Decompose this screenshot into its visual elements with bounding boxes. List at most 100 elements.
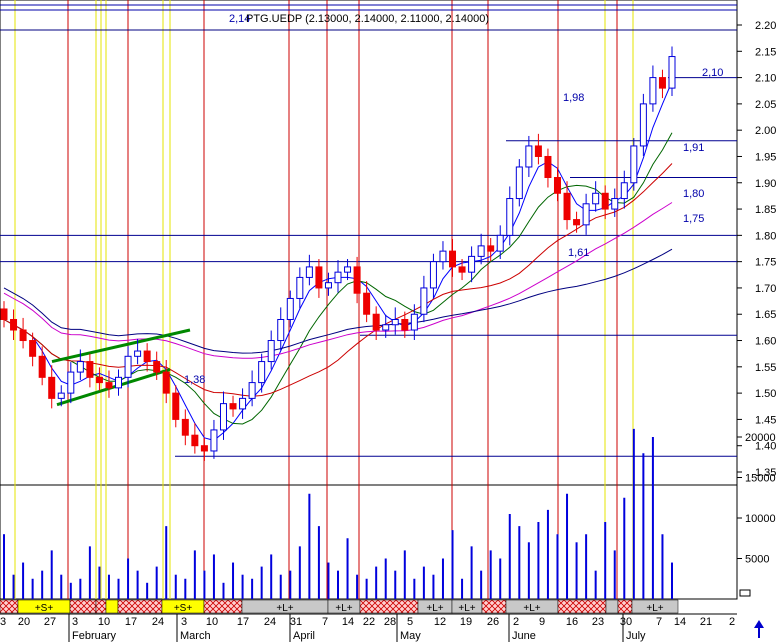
candle-body (239, 397, 247, 410)
date-tick-label: 10 (206, 616, 218, 628)
stock-chart: 2.20 2.15 2.10 2.05 2.00 1.95 1.90 1.85 1.80 1.75… (0, 0, 782, 642)
candle-body (439, 250, 447, 263)
month-label: May (400, 630, 421, 642)
month-label: February (72, 630, 117, 642)
candle-body (0, 308, 8, 320)
candle-body (267, 340, 275, 363)
candle-body (105, 382, 113, 389)
signal-segment (605, 599, 619, 614)
price-tick-label: 1.85 (755, 204, 776, 216)
price-level-label: 1,61 (568, 247, 589, 259)
candle-body (143, 350, 151, 363)
candle-body (544, 155, 552, 179)
candle-body (496, 234, 504, 252)
scroll-box-icon[interactable] (739, 589, 751, 597)
date-tick-label: 14 (674, 616, 686, 628)
date-tick-label: 19 (460, 616, 472, 628)
price-tick-label: 1.95 (755, 151, 776, 163)
candle-body (534, 145, 542, 157)
date-tick-label: 7 (656, 616, 662, 628)
candle-body (477, 245, 485, 257)
date-tick-label: 26 (487, 616, 499, 628)
signal-segment (481, 599, 507, 614)
candle-body (353, 266, 361, 294)
candle-body (382, 324, 390, 331)
candle-body (48, 376, 56, 399)
candle-body (372, 313, 380, 331)
price-tick-label: 2.20 (755, 20, 776, 32)
candle-body (315, 266, 323, 289)
candle-body (525, 145, 533, 168)
candle-body (468, 255, 476, 273)
candle-body (658, 77, 666, 89)
date-tick-label: 3 (0, 616, 6, 628)
signal-segment (95, 599, 107, 614)
date-tick-label: 9 (539, 616, 545, 628)
candle-body (286, 297, 294, 320)
price-tick-label: 2.15 (755, 46, 776, 58)
date-tick-label: 22 (363, 616, 375, 628)
signal-segment (117, 599, 163, 614)
candle-body (573, 219, 581, 226)
price-tick-label: 1.75 (755, 257, 776, 269)
month-label: March (180, 630, 211, 642)
candle-body (124, 355, 132, 378)
volume-tick-label: 20000 (745, 432, 776, 444)
candle-body (601, 192, 609, 210)
candle-body (191, 434, 199, 447)
candle-body (219, 403, 227, 431)
price-level-label: 1,75 (683, 213, 704, 225)
candle-body (296, 276, 304, 299)
candle-body (95, 376, 103, 384)
candle-body (639, 103, 647, 147)
date-tick-label: 5 (407, 616, 413, 628)
candle-body (420, 287, 428, 315)
candle-body (649, 77, 657, 105)
price-tick-label: 1.80 (755, 230, 776, 242)
candle-body (487, 245, 495, 252)
candle-body (391, 318, 399, 326)
price-tick-label: 1.60 (755, 336, 776, 348)
date-tick-label: 24 (264, 616, 276, 628)
date-tick-label: 16 (566, 616, 578, 628)
chart-title: PTG.UEDP (2.13000, 2.14000, 2.11000, 2.1… (246, 13, 489, 25)
signal-label: +L+ (523, 603, 540, 614)
candle-body (458, 266, 466, 273)
candle-body (86, 361, 94, 378)
price-tick-label: 1.50 (755, 388, 776, 400)
date-tick-label: 23 (592, 616, 604, 628)
candle-body (277, 318, 285, 342)
candle-body (324, 282, 332, 289)
signal-label: +L+ (426, 603, 443, 614)
candle-body (334, 271, 342, 284)
date-tick-label: 17 (125, 616, 137, 628)
candle-body (162, 371, 170, 394)
volume-tick-label: 10000 (745, 513, 776, 525)
candle-body (429, 261, 437, 289)
date-tick-label: 2 (513, 616, 519, 628)
price-level-label: 1,38 (184, 374, 205, 386)
candle-body (563, 192, 571, 221)
candle-body (410, 313, 418, 331)
candle-body (134, 350, 142, 357)
candle-body (10, 318, 18, 331)
price-level-label: 1,91 (683, 142, 704, 154)
price-tick-label: 2.10 (755, 73, 776, 85)
date-tick-label: 21 (700, 616, 712, 628)
date-tick-label: 7 (322, 616, 328, 628)
price-tick-label: 1.70 (755, 283, 776, 295)
date-tick-label: 3 (181, 616, 187, 628)
candle-body (363, 292, 371, 315)
month-label: April (293, 630, 315, 642)
month-label: July (626, 630, 646, 642)
candle-body (449, 250, 457, 268)
candle-body (29, 340, 37, 357)
price-tick-label: 1.90 (755, 178, 776, 190)
candle-body (67, 371, 75, 394)
date-tick-label: 20 (18, 616, 30, 628)
candle-body (668, 56, 676, 89)
candle-body (630, 145, 638, 184)
date-tick-label: 12 (434, 616, 446, 628)
price-tick-label: 2.00 (755, 125, 776, 137)
signal-label: +L+ (458, 603, 475, 614)
